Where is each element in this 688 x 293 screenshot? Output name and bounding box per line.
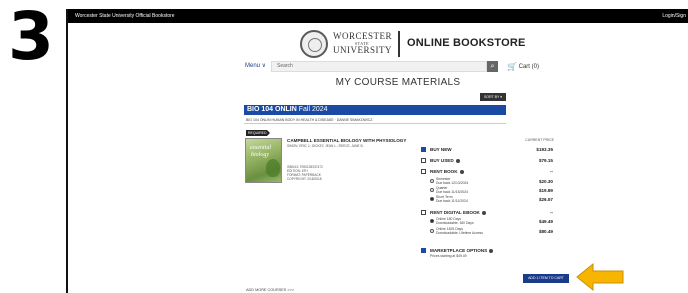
info-icon[interactable] xyxy=(455,158,460,163)
search-icon: ⌕ xyxy=(490,63,495,70)
book-meta: ISBN13: 9780135337472 EDITION: 6TH FORMA… xyxy=(287,165,323,181)
info-icon[interactable] xyxy=(481,210,486,215)
marketplace-note: Prices starting at $49.49 xyxy=(430,254,467,258)
logo-divider xyxy=(398,31,400,57)
university-name-line2: UNIVERSITY xyxy=(333,45,392,55)
cart-icon: 🛒 xyxy=(507,62,517,71)
info-icon[interactable] xyxy=(489,248,494,253)
pointer-arrow-icon xyxy=(576,262,624,292)
cover-text: essential xyxy=(250,145,271,151)
rent-semester-text: Semester Due back 12/13/2024 xyxy=(436,177,469,185)
menu-button[interactable]: Menu ∨ xyxy=(245,62,266,69)
digital-1825-price: $80.49 xyxy=(538,229,553,234)
buy-used-price: $79.15 xyxy=(538,158,553,163)
marketplace-checkbox[interactable] xyxy=(421,248,426,253)
search-button[interactable]: ⌕ xyxy=(487,61,498,72)
marketplace-label: MARKETPLACE OPTIONS xyxy=(430,248,494,253)
rent-book-label: RENT BOOK xyxy=(430,169,464,174)
rent-digital-price: -- xyxy=(549,210,553,215)
buy-used-label: BUY USED xyxy=(430,158,460,163)
rent-short-term-price: $26.57 xyxy=(538,197,553,202)
book-cover-image: essential biology xyxy=(245,138,282,183)
course-term: Fall 2024 xyxy=(298,106,328,113)
rent-quarter-radio[interactable] xyxy=(430,188,434,192)
search-input[interactable]: Search xyxy=(271,61,487,72)
top-bar: Worcester State University Official Book… xyxy=(68,9,688,23)
browser-screenshot: Worcester State University Official Book… xyxy=(66,9,688,293)
rent-book-price: -- xyxy=(549,169,553,174)
store-logo[interactable]: WORCESTER STATE UNIVERSITY ONLINE BOOKST… xyxy=(300,29,540,59)
cover-leaf-graphic xyxy=(266,159,280,177)
info-icon[interactable] xyxy=(459,169,464,174)
rent-quarter-price: $19.89 xyxy=(538,188,553,193)
university-name: WORCESTER STATE UNIVERSITY xyxy=(333,31,393,55)
digital-1825-radio[interactable] xyxy=(430,229,434,233)
course-header: BIO 104 ONLIN Fall 2024 xyxy=(244,105,506,115)
university-name-line1: WORCESTER xyxy=(333,31,393,41)
rent-semester-radio[interactable] xyxy=(430,179,434,183)
cart-button[interactable]: 🛒 Cart (0) xyxy=(507,62,539,71)
university-seal-icon xyxy=(300,30,328,58)
digital-180-radio[interactable] xyxy=(430,219,434,223)
login-link[interactable]: Login/Sign xyxy=(662,9,686,23)
digital-1825-text: Online 1825 Days Downloadable: Lifetime A… xyxy=(436,227,483,235)
rent-short-term-text: Short Term Due back 11/11/2024 xyxy=(436,195,468,203)
buy-new-label: BUY NEW xyxy=(430,147,452,152)
cart-label: Cart (0) xyxy=(518,64,539,71)
cover-text: biology xyxy=(251,152,269,158)
required-tag: REQUIRED xyxy=(246,130,270,136)
buy-new-checkbox[interactable] xyxy=(421,147,426,152)
rent-digital-label: RENT DIGITAL EBOOK xyxy=(430,210,486,215)
rent-quarter-text: Quarter Due back 11/15/2024 xyxy=(436,186,468,194)
nav-row: Menu ∨ Search ⌕ 🛒 Cart (0) xyxy=(245,61,555,73)
buy-new-price: $193.35 xyxy=(536,147,553,152)
step-number: 3 xyxy=(8,0,54,75)
divider xyxy=(244,123,506,124)
store-name: ONLINE BOOKSTORE xyxy=(407,37,526,49)
rent-semester-price: $20.30 xyxy=(538,179,553,184)
book-info: CAMPBELL ESSENTIAL BIOLOGY WITH PHYSIOLO… xyxy=(287,138,407,148)
digital-180-text: Online 180 Days Downloadable: 180 Days xyxy=(436,217,474,225)
price-header: CURRENT PRICE xyxy=(525,138,554,142)
add-to-cart-button[interactable]: ADD 1 ITEM TO CART xyxy=(523,274,569,283)
rent-book-checkbox[interactable] xyxy=(421,169,426,174)
course-code: BIO 104 ONLIN xyxy=(247,106,297,113)
course-subtitle: BIO 104 ONLIN HUMAN BODY IN HEALTH & DIS… xyxy=(246,118,373,122)
rent-short-term-radio[interactable] xyxy=(430,197,434,201)
digital-180-price: $49.49 xyxy=(538,219,553,224)
add-more-courses-link[interactable]: ADD MORE COURSES >>> xyxy=(246,288,294,292)
book-copyright: COPYRIGHT: 2/18/2018 xyxy=(287,177,322,181)
site-label[interactable]: Worcester State University Official Book… xyxy=(75,9,175,23)
book-title: CAMPBELL ESSENTIAL BIOLOGY WITH PHYSIOLO… xyxy=(287,138,407,143)
page-title: MY COURSE MATERIALS xyxy=(335,77,461,88)
rent-digital-checkbox[interactable] xyxy=(421,210,426,215)
book-author: SIMON, ERIC J.; DICKEY, JEAN L.; REECE, … xyxy=(287,144,364,149)
sort-by-button[interactable]: SORT BY ▾ xyxy=(480,93,506,101)
buy-used-checkbox[interactable] xyxy=(421,158,426,163)
